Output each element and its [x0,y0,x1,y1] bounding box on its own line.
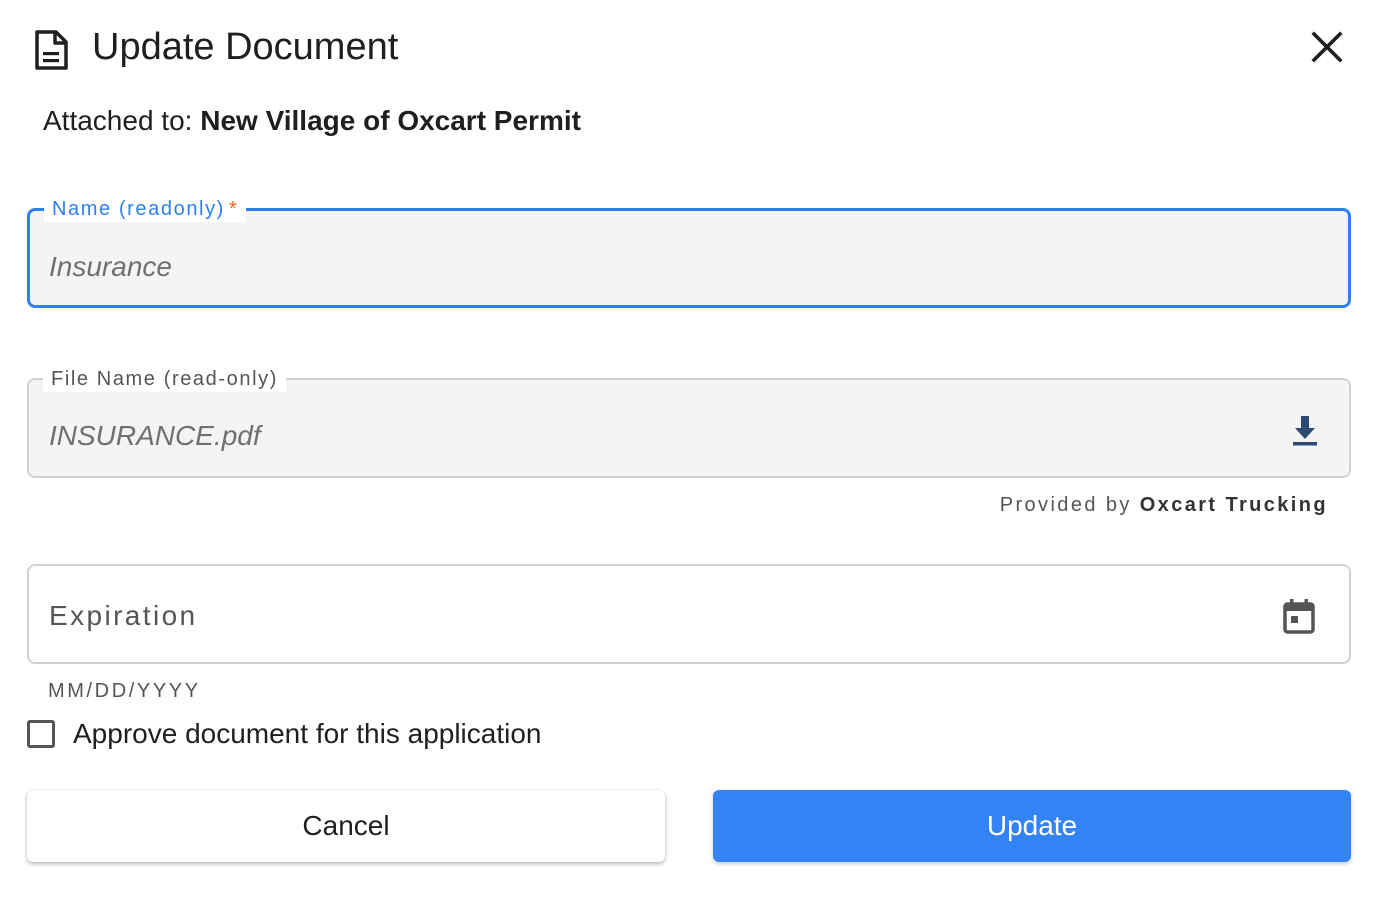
cancel-button[interactable]: Cancel [27,790,665,862]
attached-to-line: Attached to: New Village of Oxcart Permi… [43,102,581,140]
expiration-field[interactable]: Expiration [27,564,1351,664]
file-name-field-value: INSURANCE.pdf [49,420,261,451]
attached-to-target: New Village of Oxcart Permit [200,105,581,136]
expiration-field-label: Expiration [49,600,198,631]
provided-by-prefix: Provided by [999,494,1132,516]
update-button[interactable]: Update [713,790,1351,862]
attached-to-prefix: Attached to: [43,105,193,136]
document-icon [32,28,70,72]
name-field-value: Insurance [49,251,172,282]
provider-name: Oxcart Trucking [1139,494,1328,516]
calendar-button[interactable] [1279,596,1319,636]
file-name-field-label: File Name (read-only) [43,366,286,392]
file-name-field[interactable]: File Name (read-only) INSURANCE.pdf [27,366,1351,478]
name-field-label-text: Name (readonly) [52,198,225,220]
approve-checkbox-row[interactable]: Approve document for this application [27,716,542,752]
name-field-label: Name (readonly) * [44,196,247,222]
download-button[interactable] [1285,410,1325,450]
approve-checkbox-label: Approve document for this application [73,718,542,749]
calendar-icon [1279,599,1319,640]
download-icon [1285,416,1325,454]
dialog-header: Update Document [0,0,1384,96]
expiration-format-hint: MM/DD/YYYY [48,680,201,702]
required-mark: * [228,198,239,220]
provided-by-caption: Provided by Oxcart Trucking [1000,492,1328,518]
approve-checkbox[interactable] [27,720,55,748]
dialog-title: Update Document [92,26,399,68]
close-icon [1311,30,1343,68]
name-field[interactable]: Name (readonly) * Insurance [27,196,1351,308]
update-document-dialog: Update Document Attached to: New Village… [0,0,1384,908]
close-button[interactable] [1302,24,1352,74]
